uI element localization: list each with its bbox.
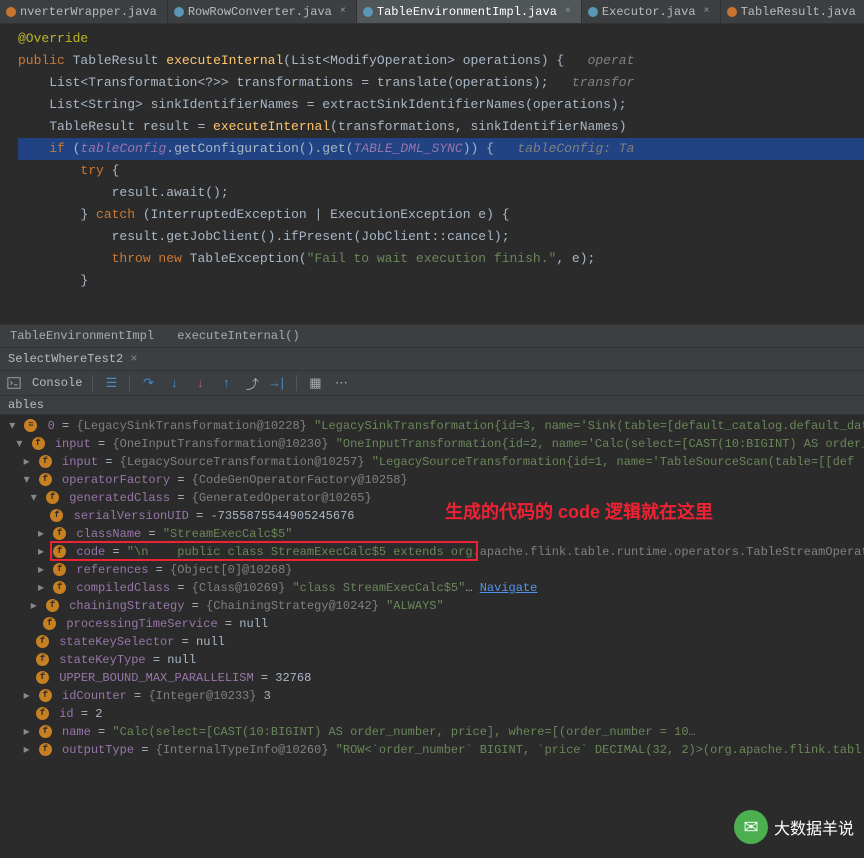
var-row[interactable]: ▾ f input = {OneInputTransformation@1023… [0,435,864,453]
field-icon: f [53,563,66,576]
var-row[interactable]: ▸ f outputType = {InternalTypeInfo@10260… [0,741,864,759]
field-icon: f [39,455,52,468]
java-class-icon [588,7,598,17]
step-icon[interactable]: ↷ [140,375,156,391]
var-row[interactable]: ▸ f idCounter = {Integer@10233} 3 [0,687,864,705]
var-row[interactable]: ▾ f operatorFactory = {CodeGenOperatorFa… [0,471,864,489]
tab-2[interactable]: TableEnvironmentImpl.java× [357,0,582,23]
breadcrumb[interactable]: TableEnvironmentImpl executeInternal() [0,324,864,348]
close-icon[interactable]: × [340,6,346,17]
field-icon: f [36,653,49,666]
var-row[interactable]: f stateKeySelector = null [0,633,864,651]
expand-icon[interactable]: ▸ [22,741,32,759]
expand-icon[interactable]: ▸ [22,723,32,741]
close-icon[interactable]: × [704,6,710,17]
console-label[interactable]: Console [32,376,82,390]
field-icon: f [39,689,52,702]
field-icon: f [53,527,66,540]
watermark: ✉ 大数据羊说 [734,810,854,844]
close-icon[interactable]: × [565,6,571,17]
field-icon: f [53,545,66,558]
var-row[interactable]: f id = 2 [0,705,864,723]
var-row[interactable]: ▸ f input = {LegacySourceTransformation@… [0,453,864,471]
tab-0[interactable]: nverterWrapper.java [0,0,168,23]
step-force-icon[interactable]: ↓ [192,375,208,391]
tab-4[interactable]: TableResult.java [721,0,864,23]
drop-frame-icon[interactable]: ⤴ [244,375,260,391]
collapse-icon[interactable]: ▾ [7,417,17,435]
field-icon: f [36,671,49,684]
field-icon: ≡ [24,419,37,432]
debug-session-tab[interactable]: SelectWhereTest2 × [0,348,864,371]
var-row[interactable]: ▾ ≡ 0 = {LegacySinkTransformation@10228}… [0,417,864,435]
more-icon[interactable]: ⋯ [333,375,349,391]
file-tabs: nverterWrapper.java RowRowConverter.java… [0,0,864,24]
expand-icon[interactable]: ▸ [22,687,32,705]
expand-icon[interactable]: ▸ [29,597,39,615]
console-button[interactable] [6,375,22,391]
java-class-icon [363,7,373,17]
expand-icon[interactable]: ▸ [22,453,32,471]
breadcrumb-method[interactable]: executeInternal() [177,329,299,343]
expand-icon[interactable]: ▸ [36,561,46,579]
variables-panel[interactable]: ▾ ≡ 0 = {LegacySinkTransformation@10228}… [0,415,864,761]
step-out-icon[interactable]: ↑ [218,375,234,391]
var-row[interactable]: ▸ f compiledClass = {Class@10269} "class… [0,579,864,597]
field-icon: f [46,599,59,612]
field-icon: f [46,491,59,504]
expand-icon[interactable]: ▸ [36,579,46,597]
java-interface-icon [6,7,16,17]
tab-1[interactable]: RowRowConverter.java× [168,0,357,23]
var-row[interactable]: f processingTimeService = null [0,615,864,633]
var-row[interactable]: ▸ f name = "Calc(select=[CAST(10:BIGINT)… [0,723,864,741]
tab-3[interactable]: Executor.java× [582,0,721,23]
evaluate-icon[interactable]: ▦ [307,375,323,391]
var-row[interactable]: ▾ f generatedClass = {GeneratedOperator@… [0,489,864,507]
var-row[interactable]: ▸ f code = "\n public class StreamExecCa… [0,543,864,561]
field-icon: f [53,581,66,594]
field-icon: f [39,473,52,486]
java-interface-icon [727,7,737,17]
field-icon: f [32,437,45,450]
navigate-link[interactable]: Navigate [480,581,538,595]
wechat-icon: ✉ [734,810,768,844]
field-icon: f [50,509,63,522]
var-row[interactable]: ▸ f references = {Object[0]@10268} [0,561,864,579]
field-icon: f [39,725,52,738]
variables-header: ables [0,396,864,415]
threads-icon[interactable]: ☰ [103,375,119,391]
field-icon: f [36,707,49,720]
collapse-icon[interactable]: ▾ [29,489,39,507]
field-icon: f [36,635,49,648]
field-icon: f [43,617,56,630]
var-row[interactable]: f serialVersionUID = -735587554490524567… [0,507,864,525]
var-row[interactable]: ▸ f className = "StreamExecCalc$5" [0,525,864,543]
debug-toolbar: Console ☰ ↷ ↓ ↓ ↑ ⤴ →| ▦ ⋯ [0,371,864,396]
expand-icon[interactable]: ▸ [36,525,46,543]
java-class-icon [174,7,184,17]
collapse-icon[interactable]: ▾ [14,435,24,453]
var-row[interactable]: f UPPER_BOUND_MAX_PARALLELISM = 32768 [0,669,864,687]
step-into-icon[interactable]: ↓ [166,375,182,391]
run-to-cursor-icon[interactable]: →| [270,375,286,391]
collapse-icon[interactable]: ▾ [22,471,32,489]
field-icon: f [39,743,52,756]
breadcrumb-class[interactable]: TableEnvironmentImpl [10,329,154,343]
code-editor[interactable]: @Override public TableResult executeInte… [0,24,864,324]
expand-icon[interactable]: ▸ [36,543,46,561]
var-row[interactable]: f stateKeyType = null [0,651,864,669]
var-row[interactable]: ▸ f chainingStrategy = {ChainingStrategy… [0,597,864,615]
annotation-text: 生成的代码的 code 逻辑就在这里 [445,503,713,521]
